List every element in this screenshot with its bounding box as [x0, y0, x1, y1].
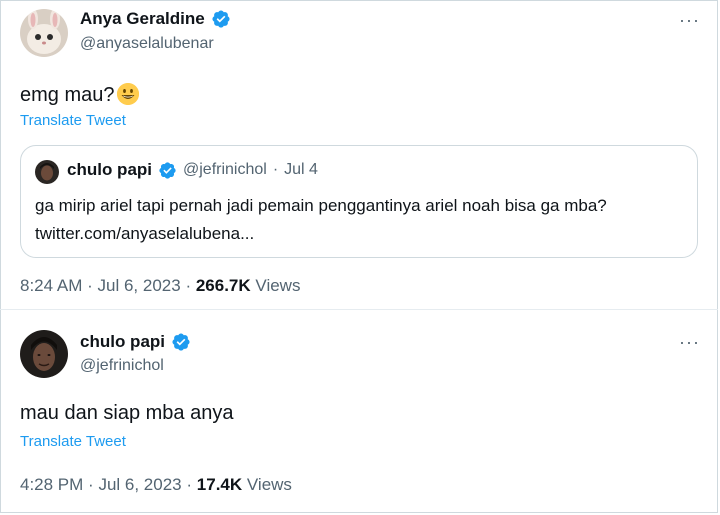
translate-tweet-link[interactable]: Translate Tweet [20, 112, 126, 129]
tweet-text: emg mau? [20, 83, 139, 107]
quoted-date: Jul 4 [284, 161, 318, 178]
tweet-meta: 8:24 AM · Jul 6, 2023 · 266.7K Views [20, 276, 300, 296]
translate-tweet-link[interactable]: Translate Tweet [20, 433, 126, 450]
dot-separator: · [87, 276, 93, 295]
dot-separator: · [272, 161, 279, 178]
quoted-text: ga mirip ariel tapi pernah jadi pemain p… [35, 192, 685, 248]
tweet-time[interactable]: 4:28 PM [20, 475, 83, 494]
tweet-text: mau dan siap mba anya [20, 402, 234, 424]
verified-badge-icon [159, 161, 176, 179]
quoted-tweet[interactable]: chulo papi @jefrinichol · Jul 4 ga mirip… [20, 145, 698, 258]
more-options-icon[interactable]: ··· [679, 10, 700, 31]
dot-separator: · [185, 276, 192, 295]
quoted-avatar [35, 160, 59, 184]
quoted-text-line: ga mirip ariel tapi pernah jadi pemain p… [35, 196, 607, 215]
tweet-meta: 4:28 PM · Jul 6, 2023 · 17.4K Views [20, 475, 292, 495]
author-display-name[interactable]: Anya Geraldine [80, 9, 205, 29]
author-row: chulo papi [80, 332, 191, 352]
tweet-reply: chulo papi @jefrinichol ··· mau dan siap… [0, 310, 720, 513]
tweet-main: Anya Geraldine @anyaselalubenar ··· emg … [0, 0, 720, 300]
quoted-author-row: chulo papi @jefrinichol · Jul 4 [67, 160, 318, 180]
tweet-date[interactable]: Jul 6, 2023 [98, 475, 181, 494]
views-label: Views [246, 475, 292, 494]
grinning-face-emoji-icon [116, 83, 139, 105]
author-handle[interactable]: @anyaselalubenar [80, 35, 214, 53]
views-count: 266.7K [195, 276, 251, 295]
quoted-display-name: chulo papi [67, 160, 152, 179]
avatar-chulo[interactable] [20, 330, 68, 378]
author-display-name[interactable]: chulo papi [80, 332, 165, 352]
dot-separator: · [186, 475, 193, 494]
views-label: Views [255, 276, 301, 295]
verified-badge-icon [212, 10, 230, 28]
more-options-icon[interactable]: ··· [679, 332, 700, 353]
tweet-date[interactable]: Jul 6, 2023 [98, 276, 181, 295]
views-count: 17.4K [196, 475, 243, 494]
tweet-text-content: emg mau? [20, 84, 115, 106]
avatar-anya[interactable] [20, 9, 68, 57]
quoted-handle: @jefrinichol [183, 161, 267, 178]
author-handle[interactable]: @jefrinichol [80, 357, 164, 375]
quoted-link: twitter.com/anyaselalubena... [35, 224, 255, 243]
tweet-time[interactable]: 8:24 AM [20, 276, 82, 295]
dot-separator: · [88, 475, 94, 494]
author-row: Anya Geraldine [80, 9, 231, 29]
verified-badge-icon [172, 333, 190, 351]
